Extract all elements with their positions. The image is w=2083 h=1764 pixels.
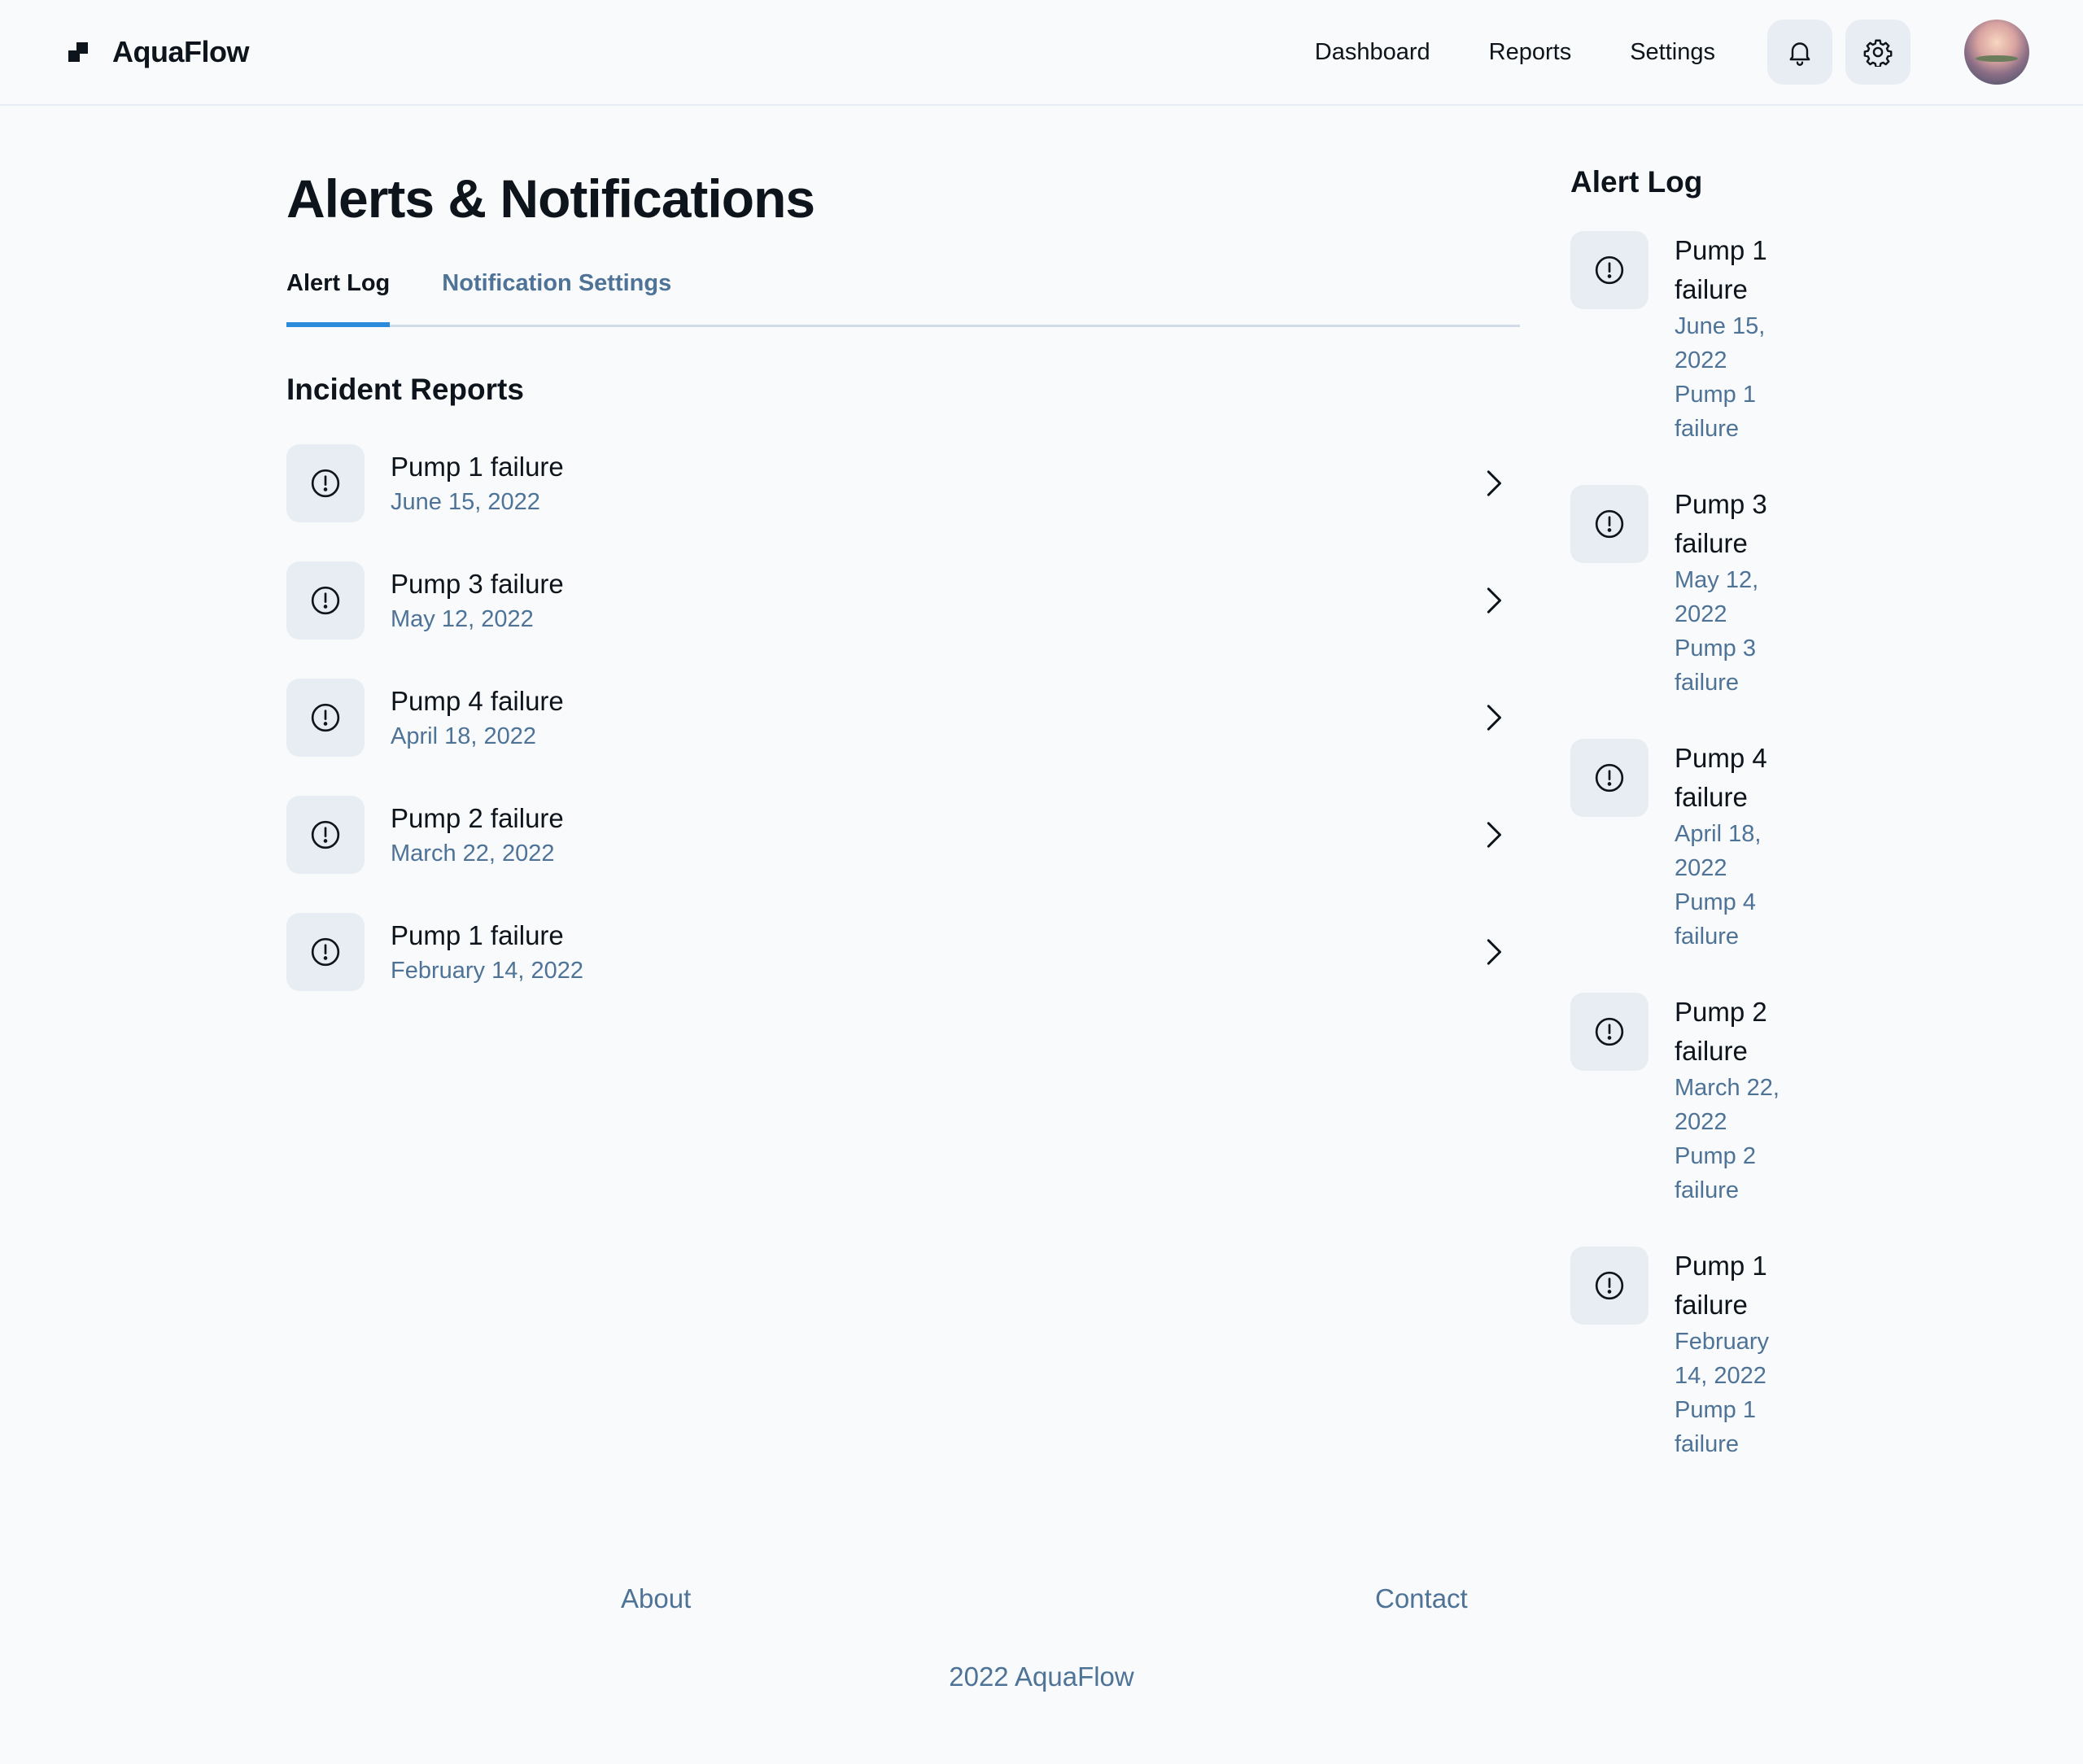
incident-title: Pump 1 failure: [391, 920, 564, 950]
alert-icon-box: [286, 796, 365, 874]
alert-icon-box: [1570, 993, 1648, 1071]
main-content: Alerts & Notifications Alert Log Notific…: [286, 163, 1520, 1011]
alert-circle-icon: [311, 937, 340, 967]
alert-log-sidebar: Alert Log Pump 1 failure June 15, 2022 P…: [1570, 159, 1831, 1500]
gear-icon: [1863, 39, 1893, 67]
brand-name: AquaFlow: [112, 35, 249, 68]
sidebar-item[interactable]: Pump 2 failure March 22, 2022 Pump 2 fai…: [1570, 993, 1831, 1247]
sidebar-list: Pump 1 failure June 15, 2022 Pump 1 fail…: [1570, 231, 1831, 1500]
chevron-right-icon: [1487, 939, 1501, 965]
incident-date: April 18, 2022: [391, 723, 536, 749]
sidebar-item[interactable]: Pump 1 failure June 15, 2022 Pump 1 fail…: [1570, 231, 1831, 485]
incident-row[interactable]: Pump 2 failure March 22, 2022: [286, 776, 1520, 893]
section-title: Incident Reports: [286, 373, 524, 406]
bell-icon: [1789, 42, 1810, 66]
incident-row[interactable]: Pump 1 failure June 15, 2022: [286, 425, 1520, 542]
alert-circle-icon: [1595, 509, 1624, 539]
incident-text: Pump 1 failure February 14, 2022: [391, 917, 583, 987]
sidebar-item-desc: Pump 3 failure: [1675, 635, 1756, 696]
alert-icon-box: [286, 444, 365, 522]
alert-icon-box: [286, 561, 365, 640]
tab-notification-settings[interactable]: Notification Settings: [442, 270, 671, 325]
footer-links: About Contact: [0, 1583, 2083, 1624]
alert-icon-box: [286, 679, 365, 757]
sidebar-item-text: Pump 4 failure April 18, 2022 Pump 4 fai…: [1675, 739, 1797, 954]
incident-row[interactable]: Pump 3 failure May 12, 2022: [286, 542, 1520, 659]
incident-text: Pump 4 failure April 18, 2022: [391, 683, 564, 753]
incident-title: Pump 3 failure: [391, 569, 564, 599]
alert-icon-box: [1570, 231, 1648, 309]
sidebar-item-text: Pump 2 failure March 22, 2022 Pump 2 fai…: [1675, 993, 1797, 1207]
alert-circle-icon: [311, 586, 340, 615]
alert-icon-box: [1570, 485, 1648, 563]
incident-text: Pump 3 failure May 12, 2022: [391, 565, 564, 635]
sidebar-item-date: February 14, 2022: [1675, 1329, 1770, 1389]
logo-icon: [68, 42, 88, 62]
incident-date: February 14, 2022: [391, 958, 583, 984]
sidebar-item-text: Pump 1 failure February 14, 2022 Pump 1 …: [1675, 1247, 1797, 1461]
incident-row[interactable]: Pump 4 failure April 18, 2022: [286, 659, 1520, 776]
tab-alert-log[interactable]: Alert Log: [286, 270, 391, 327]
sidebar-item-name: Pump 1 failure: [1675, 235, 1767, 304]
incident-text: Pump 2 failure March 22, 2022: [391, 800, 564, 870]
chevron-right-icon: [1487, 587, 1501, 613]
alert-circle-icon: [311, 820, 340, 849]
incident-text: Pump 1 failure June 15, 2022: [391, 448, 564, 518]
footer-about-link[interactable]: About: [621, 1583, 691, 1614]
chevron-right-icon: [1487, 822, 1501, 848]
incident-title: Pump 2 failure: [391, 803, 564, 833]
sidebar-item-desc: Pump 1 failure: [1675, 1397, 1756, 1457]
sidebar-title: Alert Log: [1570, 165, 1703, 199]
alert-circle-icon: [1595, 255, 1624, 285]
alert-circle-icon: [1595, 763, 1624, 792]
chevron-right-icon: [1487, 470, 1501, 496]
sidebar-item[interactable]: Pump 3 failure May 12, 2022 Pump 3 failu…: [1570, 485, 1831, 739]
sidebar-item-name: Pump 1 failure: [1675, 1251, 1767, 1320]
copyright: 2022 AquaFlow: [949, 1661, 1134, 1692]
incident-row[interactable]: Pump 1 failure February 14, 2022: [286, 893, 1520, 1011]
user-avatar[interactable]: [1964, 20, 2029, 85]
main-nav: Dashboard Reports Settings: [1315, 20, 2029, 85]
footer-contact-link[interactable]: Contact: [1375, 1583, 1468, 1614]
sidebar-item-name: Pump 3 failure: [1675, 489, 1767, 558]
alert-circle-icon: [1595, 1017, 1624, 1046]
sidebar-item[interactable]: Pump 1 failure February 14, 2022 Pump 1 …: [1570, 1247, 1831, 1500]
alert-icon-box: [1570, 739, 1648, 817]
sidebar-item-desc: Pump 2 failure: [1675, 1143, 1756, 1203]
alert-circle-icon: [311, 469, 340, 498]
sidebar-item-text: Pump 1 failure June 15, 2022 Pump 1 fail…: [1675, 231, 1797, 446]
sidebar-item-date: March 22, 2022: [1675, 1075, 1780, 1135]
incident-title: Pump 1 failure: [391, 452, 564, 482]
nav-settings[interactable]: Settings: [1630, 39, 1715, 66]
alert-icon-box: [286, 913, 365, 991]
alert-icon-box: [1570, 1247, 1648, 1325]
settings-button[interactable]: [1845, 20, 1911, 85]
sidebar-item[interactable]: Pump 4 failure April 18, 2022 Pump 4 fai…: [1570, 739, 1831, 993]
sidebar-item-date: May 12, 2022: [1675, 567, 1759, 627]
sidebar-item-date: June 15, 2022: [1675, 313, 1766, 373]
nav-dashboard[interactable]: Dashboard: [1315, 39, 1430, 66]
sidebar-item-name: Pump 4 failure: [1675, 743, 1767, 812]
chevron-right-icon: [1487, 705, 1501, 731]
incident-date: June 15, 2022: [391, 489, 540, 515]
incident-title: Pump 4 failure: [391, 686, 564, 716]
sidebar-item-name: Pump 2 failure: [1675, 997, 1767, 1066]
sidebar-item-desc: Pump 1 failure: [1675, 382, 1756, 442]
sidebar-item-text: Pump 3 failure May 12, 2022 Pump 3 failu…: [1675, 485, 1797, 700]
tab-bar: Alert Log Notification Settings: [286, 270, 1520, 327]
incident-date: May 12, 2022: [391, 606, 534, 632]
notifications-button[interactable]: [1767, 20, 1832, 85]
page-title: Alerts & Notifications: [286, 168, 815, 229]
incident-date: March 22, 2022: [391, 841, 555, 867]
top-header: AquaFlow Dashboard Reports Settings: [0, 0, 2083, 106]
sidebar-item-desc: Pump 4 failure: [1675, 889, 1756, 950]
incident-list: Pump 1 failure June 15, 2022 Pump 3 fail…: [286, 425, 1520, 1011]
alert-circle-icon: [1595, 1271, 1624, 1300]
sidebar-item-date: April 18, 2022: [1675, 821, 1762, 881]
brand[interactable]: AquaFlow: [67, 35, 249, 69]
nav-reports[interactable]: Reports: [1489, 39, 1572, 66]
alert-circle-icon: [311, 703, 340, 732]
